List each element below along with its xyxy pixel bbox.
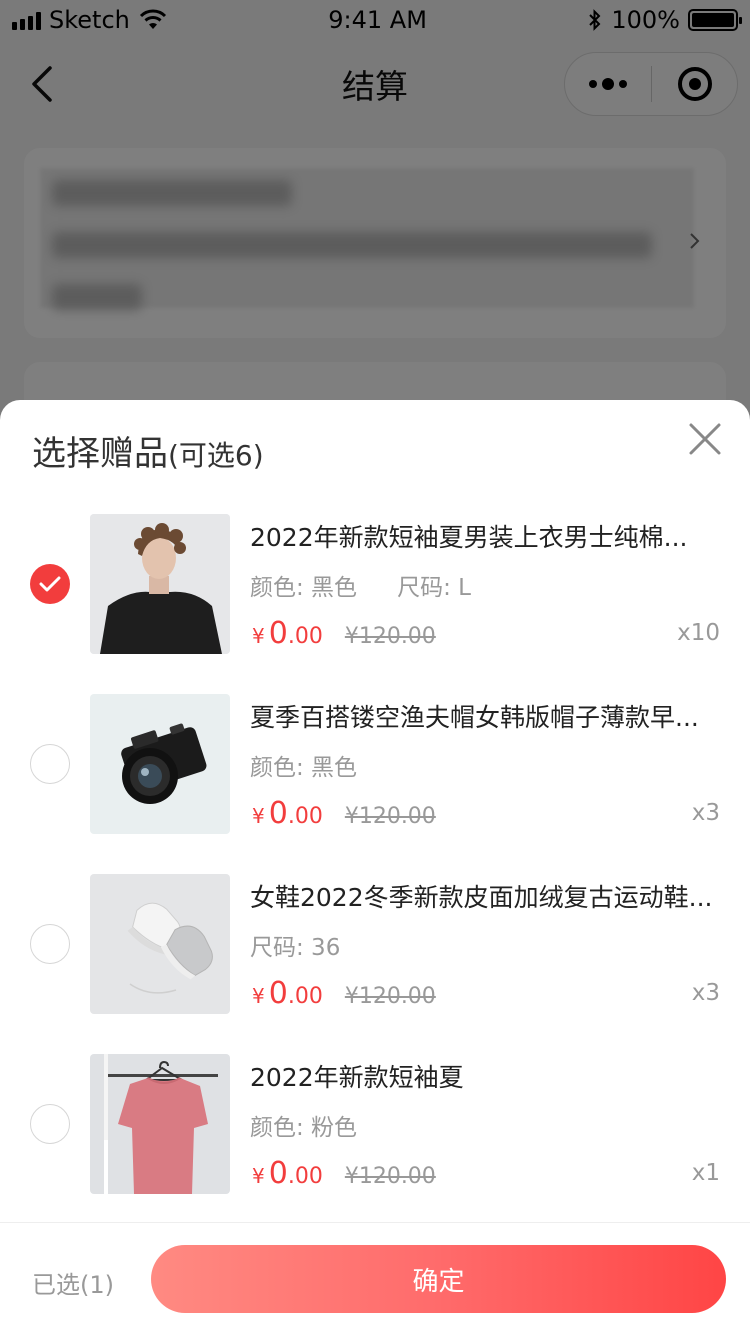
gift-item[interactable]: 2022年新款短袖夏 颜色: 粉色 ¥0.00 ¥120.00 x1 [0,1054,750,1194]
original-price: ¥120.00 [344,1164,436,1189]
item-name: 2022年新款短袖夏男装上衣男士纯棉... [250,523,688,552]
original-price: ¥120.00 [344,624,436,649]
confirm-button[interactable]: 确定 [151,1245,726,1313]
original-price: ¥120.00 [344,984,436,1009]
price-row: ¥0.00 ¥120.00 [252,796,436,831]
item-spec-size: 尺码: 36 [250,935,341,961]
gift-item[interactable]: 女鞋2022冬季新款皮面加绒复古运动鞋... 尺码: 36 ¥0.00 ¥120… [0,874,750,1014]
item-spec-color: 颜色: 黑色 [250,755,358,781]
item-quantity: x1 [691,1160,720,1186]
sheet-title: 选择赠品(可选6) [32,426,264,475]
item-name: 2022年新款短袖夏 [250,1063,464,1092]
item-spec: 颜色: 粉色 [250,1108,357,1142]
currency-symbol: ¥ [252,1164,265,1188]
item-spec: 尺码: 36 [250,928,340,962]
original-price: ¥120.00 [344,804,436,829]
close-icon[interactable] [688,422,722,456]
item-name: 夏季百搭镂空渔夫帽女韩版帽子薄款早... [250,703,699,732]
price-integer: 0 [268,1156,288,1191]
item-quantity: x3 [691,980,720,1006]
price-row: ¥0.00 ¥120.00 [252,616,436,651]
product-image-pink-shirt [90,1054,230,1194]
product-image-camera [90,694,230,834]
currency-symbol: ¥ [252,624,265,648]
radio-unchecked[interactable] [30,924,70,964]
price-row: ¥0.00 ¥120.00 [252,1156,436,1191]
radio-unchecked[interactable] [30,1104,70,1144]
selected-count: 已选(1) [32,1271,114,1299]
sheet-title-text: 选择赠品 [32,434,168,474]
product-image-sneakers [90,874,230,1014]
item-spec: 颜色: 黑色 尺码: L [250,568,471,602]
price-decimal: .00 [287,804,323,829]
item-quantity: x10 [677,620,720,646]
item-spec-size: 尺码: L [397,575,471,601]
item-spec-color: 颜色: 粉色 [250,1115,358,1141]
radio-checked[interactable] [30,564,70,604]
price-decimal: .00 [287,1164,323,1189]
price-integer: 0 [268,616,288,651]
price-integer: 0 [268,976,288,1011]
item-spec-color: 颜色: 黑色 [250,575,358,601]
sheet-footer: 已选(1) 确定 [0,1222,750,1334]
item-quantity: x3 [691,800,720,826]
product-image-tshirt-man [90,514,230,654]
sheet-subtitle: (可选6) [168,439,264,472]
item-name: 女鞋2022冬季新款皮面加绒复古运动鞋... [250,883,713,912]
gift-item[interactable]: 夏季百搭镂空渔夫帽女韩版帽子薄款早... 颜色: 黑色 ¥0.00 ¥120.0… [0,694,750,834]
item-spec: 颜色: 黑色 [250,748,357,782]
price-integer: 0 [268,796,288,831]
currency-symbol: ¥ [252,804,265,828]
price-decimal: .00 [287,984,323,1009]
price-decimal: .00 [287,624,323,649]
price-row: ¥0.00 ¥120.00 [252,976,436,1011]
gift-selection-sheet: 选择赠品(可选6) 2022年新款短袖夏男装上衣男士纯棉... 颜色: 黑色 尺… [0,400,750,1334]
currency-symbol: ¥ [252,984,265,1008]
gift-item[interactable]: 2022年新款短袖夏男装上衣男士纯棉... 颜色: 黑色 尺码: L ¥0.00 … [0,514,750,654]
radio-unchecked[interactable] [30,744,70,784]
check-icon [39,576,61,592]
